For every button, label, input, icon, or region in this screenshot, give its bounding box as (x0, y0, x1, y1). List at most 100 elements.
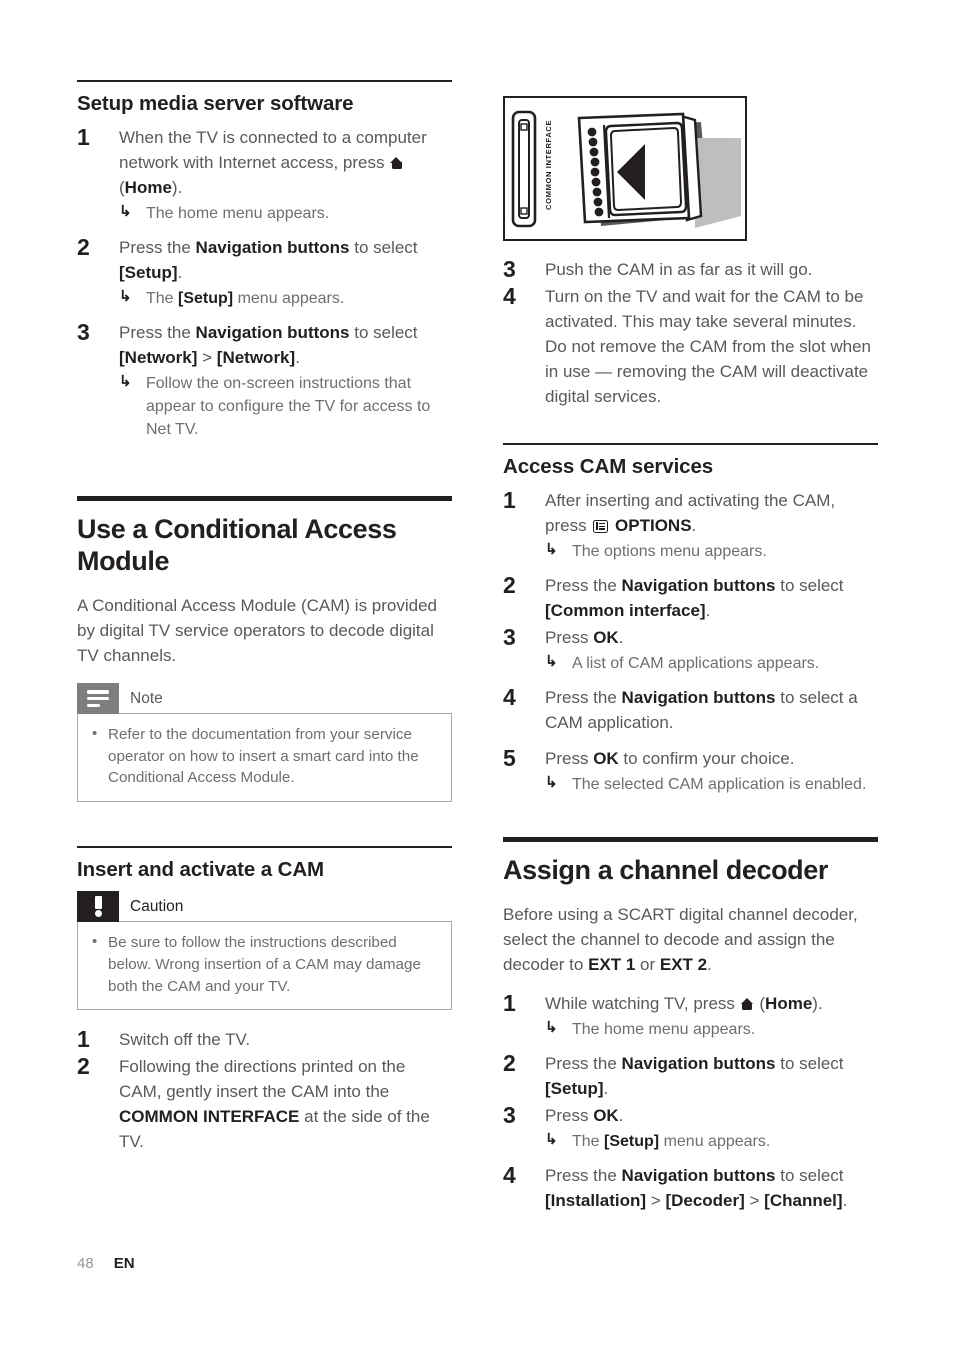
step-text: Switch off the TV. (119, 1030, 251, 1050)
result-arrow-icon: ↳ (545, 540, 558, 558)
step-text-part: > (744, 1191, 765, 1211)
step-item: 4 Press the Navigation buttons to select… (503, 684, 878, 736)
step-item: 5 Press OK to confirm your choice. ↳ The … (503, 744, 878, 796)
step-text-bold: Navigation buttons (621, 575, 776, 595)
step-item: 4 Turn on the TV and wait for the CAM to… (503, 282, 878, 410)
bullet-icon: • (92, 725, 98, 743)
step-text-bold: OK (593, 1105, 619, 1125)
step-item: 1 After inserting and activating the CAM… (503, 487, 878, 563)
step-text-part: to select (775, 1053, 844, 1073)
step-text-bold: Navigation buttons (621, 687, 776, 707)
result-arrow-icon: ↳ (545, 773, 558, 791)
step-number: 5 (503, 744, 516, 771)
result-text: A list of CAM applications appears. (572, 654, 820, 672)
step-text-part: Press (545, 1105, 594, 1125)
step-text-part: When the TV is connected to a computer n… (119, 127, 427, 172)
result-text-bold: [Setup] (178, 289, 234, 307)
step-text: Following the directions printed on the … (119, 1055, 452, 1155)
step-text-part: While watching TV, press (545, 993, 740, 1013)
home-icon (390, 156, 403, 169)
result-text: The (146, 289, 179, 307)
page-language: EN (113, 1255, 135, 1272)
step-text-bold: [Common interface] (545, 600, 706, 620)
step-item: 4 Press the Navigation buttons to select… (503, 1162, 878, 1214)
note-tab: Note (77, 683, 452, 715)
step-text: Push the CAM in as far as it will go. (545, 260, 813, 279)
section-rule-thick (503, 836, 878, 842)
note-title: Note (130, 689, 163, 707)
step-result: ↳ The options menu appears. (545, 540, 878, 563)
step-text-part: to select (349, 237, 418, 257)
step-text-part: > (646, 1191, 666, 1211)
step-text: Press the Navigation buttons to select [… (545, 574, 878, 624)
result-arrow-icon: ↳ (545, 652, 558, 670)
step-text-part: ). (171, 177, 183, 197)
step-text-part: to select (775, 575, 844, 595)
step-text-bold: OK (593, 748, 619, 768)
result-text: The options menu appears. (572, 542, 767, 560)
step-result: ↳ The [Setup] menu appears. (119, 287, 452, 310)
step-result: ↳ A list of CAM applications appears. (545, 652, 878, 675)
step-text-part: Following the directions printed on the … (119, 1057, 406, 1102)
result-text: Follow the on-screen instructions that a… (146, 374, 431, 439)
step-text-bold: [Installation] (545, 1191, 647, 1211)
paragraph-decoder-intro: Before using a SCART digital channel dec… (503, 903, 878, 978)
step-number: 3 (77, 318, 90, 345)
heading-insert-activate-cam: Insert and activate a CAM (77, 857, 324, 881)
step-text-part: Press the (545, 1053, 622, 1073)
heading-access-cam-services: Access CAM services (503, 454, 714, 478)
step-text-part: . (705, 600, 711, 620)
result-text-bold: [Setup] (604, 1132, 660, 1150)
step-number: 2 (503, 571, 516, 598)
step-text-bold: [Channel] (764, 1191, 843, 1211)
paragraph-part: or (635, 954, 660, 974)
step-text-bold: [Network] (216, 347, 296, 367)
step-text-bold: [Decoder] (665, 1191, 745, 1211)
page-footer: 48 EN (77, 1255, 135, 1272)
step-item: 2 Press the Navigation buttons to select… (503, 1050, 878, 1102)
step-text-part: . (295, 347, 300, 367)
caution-tab: Caution (77, 891, 452, 923)
result-arrow-icon: ↳ (545, 1130, 558, 1148)
step-text-bold: OK (593, 627, 619, 647)
step-text-part: . (177, 262, 183, 282)
step-text-bold: Navigation buttons (621, 1053, 776, 1073)
step-text: Press OK to confirm your choice. ↳ The se… (545, 747, 878, 796)
caution-title: Caution (130, 897, 184, 915)
page-number: 48 (77, 1255, 94, 1272)
step-text-part: Press the (545, 575, 622, 595)
step-number: 3 (503, 1101, 516, 1128)
step-text-bold: Navigation buttons (195, 322, 350, 342)
step-number: 2 (77, 233, 90, 260)
step-text-part: Press the (119, 322, 196, 342)
subsection-rule-thin (77, 845, 452, 848)
step-text-part: to confirm your choice. (618, 748, 795, 768)
step-number: 4 (503, 282, 516, 309)
result-text: The selected CAM application is enabled. (572, 775, 867, 793)
exclamation-icon (77, 891, 119, 923)
step-text: After inserting and activating the CAM, … (545, 489, 878, 563)
paragraph-cam-intro: A Conditional Access Module (CAM) is pro… (77, 596, 437, 666)
caution-bullet-text: Be sure to follow the instructions descr… (108, 934, 421, 995)
step-text-part: to select (775, 1166, 844, 1186)
step-text-bold: Navigation buttons (195, 237, 350, 257)
caution-body: • Be sure to follow the instructions desc… (77, 921, 452, 1011)
step-text-part: . (618, 627, 624, 647)
result-text: menu appears. (233, 289, 345, 307)
step-item: 1 While watching TV, press (Home). ↳ The … (503, 990, 878, 1041)
paragraph-part: . (707, 954, 712, 974)
steps-insert-cam: 1 Switch off the TV. 2 Following the dir… (77, 1026, 452, 1155)
step-result: ↳ The home menu appears. (119, 202, 452, 225)
home-icon (740, 997, 754, 1010)
steps-setup-media-server: 1 When the TV is connected to a computer… (77, 124, 452, 442)
step-text-part: to select (349, 322, 418, 342)
heading-assign-channel-decoder: Assign a channel decoder (503, 854, 828, 885)
step-result: ↳ The [Setup] menu appears. (545, 1130, 878, 1153)
step-text-part: . (691, 515, 697, 535)
step-result: ↳ Follow the on-screen instructions that … (119, 372, 452, 442)
note-lines-icon (77, 683, 119, 715)
right-column: 3 Push the CAM in as far as it will go. … (503, 256, 878, 1225)
step-item: 3 Press OK. ↳ A list of CAM applications … (503, 624, 878, 675)
section-rule-thick (77, 496, 452, 502)
common-interface-label: COMMON INTERFACE (544, 120, 553, 210)
